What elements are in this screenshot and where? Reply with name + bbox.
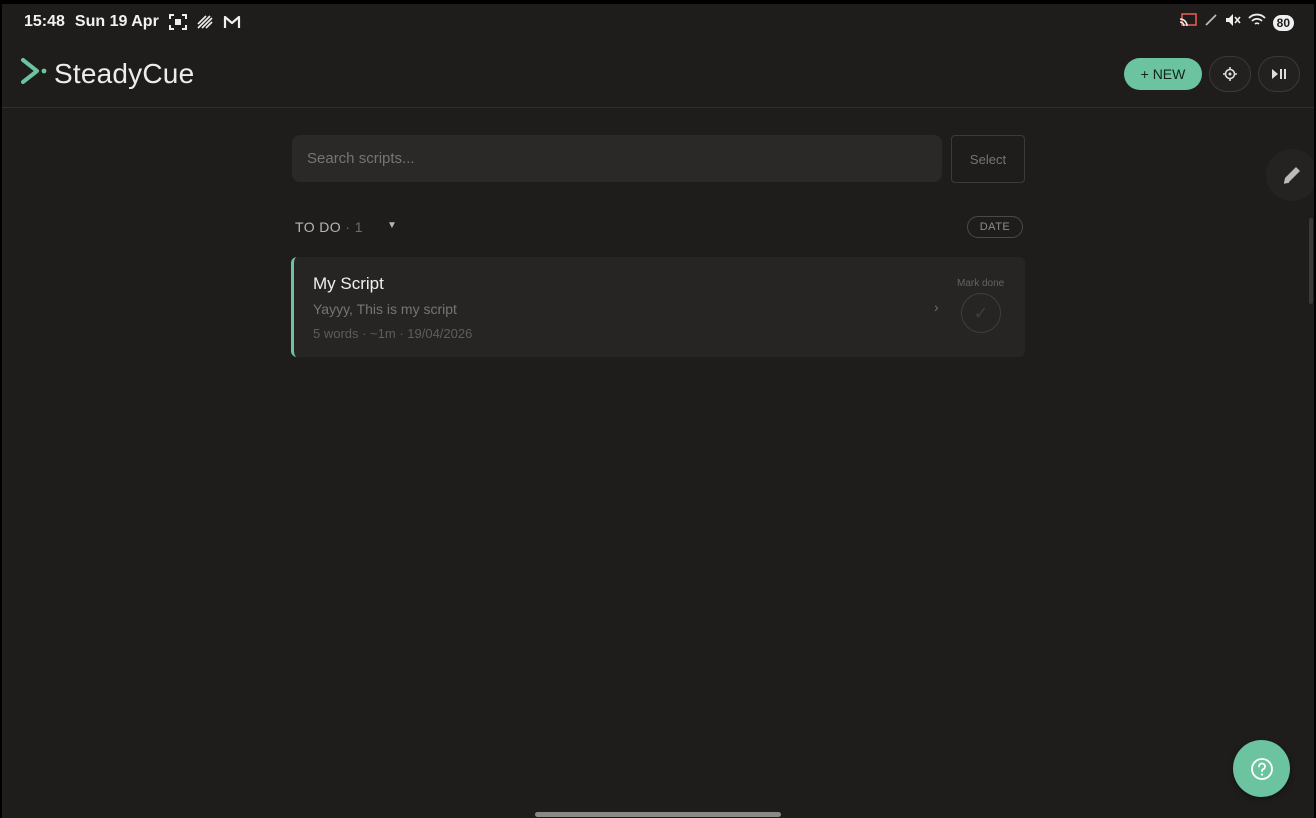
- script-preview: Yayyy, This is my script: [313, 301, 457, 317]
- section-count: · 1: [341, 219, 363, 235]
- status-bar: 15:48 Sun 19 Apr 80: [2, 4, 1314, 40]
- scrollbar-thumb[interactable]: [1309, 218, 1313, 304]
- status-left: 15:48 Sun 19 Apr: [24, 13, 241, 31]
- section-header-todo: TO DO · 1 ▼ DATE: [295, 216, 1023, 238]
- script-meta: 5 words · ~1m · 19/04/2026: [313, 326, 473, 341]
- steadycue-logo-icon: [20, 56, 48, 91]
- select-button[interactable]: Select: [951, 135, 1025, 183]
- gmail-icon: [223, 15, 241, 29]
- wifi-icon: [1247, 13, 1266, 32]
- home-indicator[interactable]: [535, 812, 781, 817]
- section-toggle[interactable]: TO DO · 1: [295, 219, 363, 235]
- mute-icon: [1225, 13, 1241, 32]
- chevron-right-icon[interactable]: ›: [934, 299, 939, 315]
- section-label: TO DO: [295, 219, 342, 235]
- header-actions: + NEW: [1124, 56, 1300, 92]
- status-date: Sun 19 Apr: [74, 13, 159, 30]
- checkmark-icon: ✓: [973, 302, 989, 323]
- mark-done-button[interactable]: ✓: [961, 293, 1001, 333]
- status-time: 15:48: [24, 13, 65, 30]
- battery-level: 80: [1272, 14, 1294, 31]
- script-card[interactable]: My Script Yayyy, This is my script 5 wor…: [291, 257, 1025, 357]
- new-script-button[interactable]: + NEW: [1124, 58, 1202, 90]
- help-button[interactable]: [1233, 740, 1290, 797]
- gear-icon: [1223, 67, 1237, 81]
- app-screen: 15:48 Sun 19 Apr 80 SteadyCue + NEW Sear…: [2, 4, 1314, 818]
- screenshot-icon: [168, 14, 187, 30]
- app-name: SteadyCue: [54, 57, 195, 89]
- script-title: My Script: [313, 274, 384, 293]
- sort-date-chip[interactable]: DATE: [967, 216, 1023, 238]
- play-pause-button[interactable]: [1258, 56, 1300, 92]
- pen-status-icon: [1204, 13, 1218, 32]
- stripes-icon: [197, 15, 213, 29]
- cast-icon: [1179, 13, 1197, 32]
- pencil-icon: [1283, 167, 1300, 184]
- brand: SteadyCue: [20, 56, 194, 91]
- app-header: SteadyCue + NEW: [2, 48, 1314, 108]
- settings-button[interactable]: [1209, 56, 1251, 92]
- question-mark-icon: [1250, 757, 1273, 780]
- play-pause-icon: [1272, 69, 1286, 79]
- mark-done-label: Mark done: [957, 278, 1005, 289]
- status-right: 80: [1179, 13, 1294, 32]
- edit-floating-button[interactable]: [1266, 149, 1314, 201]
- caret-down-icon[interactable]: ▼: [387, 220, 397, 231]
- search-input[interactable]: [292, 135, 942, 182]
